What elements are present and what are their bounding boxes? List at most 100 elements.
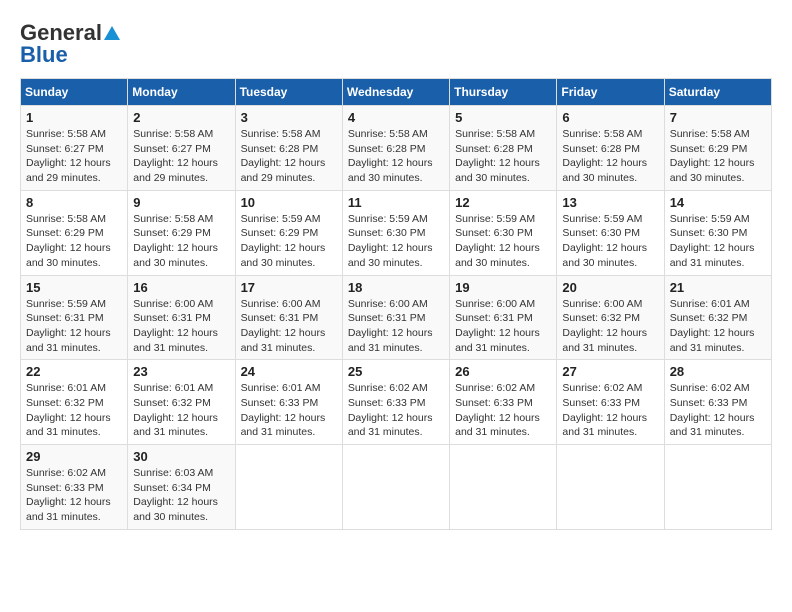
day-info: Sunrise: 5:58 AMSunset: 6:27 PMDaylight:… xyxy=(26,128,111,184)
table-row: 23 Sunrise: 6:01 AMSunset: 6:32 PMDaylig… xyxy=(128,360,235,445)
table-row: 11 Sunrise: 5:59 AMSunset: 6:30 PMDaylig… xyxy=(342,190,449,275)
day-info: Sunrise: 5:58 AMSunset: 6:29 PMDaylight:… xyxy=(133,213,218,269)
table-row: 22 Sunrise: 6:01 AMSunset: 6:32 PMDaylig… xyxy=(21,360,128,445)
table-row: 27 Sunrise: 6:02 AMSunset: 6:33 PMDaylig… xyxy=(557,360,664,445)
day-info: Sunrise: 5:59 AMSunset: 6:30 PMDaylight:… xyxy=(562,213,647,269)
table-row: 26 Sunrise: 6:02 AMSunset: 6:33 PMDaylig… xyxy=(450,360,557,445)
day-number: 5 xyxy=(455,110,551,125)
day-number: 21 xyxy=(670,280,766,295)
col-tuesday: Tuesday xyxy=(235,79,342,106)
day-info: Sunrise: 6:02 AMSunset: 6:33 PMDaylight:… xyxy=(670,382,755,438)
day-info: Sunrise: 6:02 AMSunset: 6:33 PMDaylight:… xyxy=(455,382,540,438)
day-info: Sunrise: 6:01 AMSunset: 6:32 PMDaylight:… xyxy=(26,382,111,438)
day-number: 11 xyxy=(348,195,444,210)
table-row: 4 Sunrise: 5:58 AMSunset: 6:28 PMDayligh… xyxy=(342,106,449,191)
calendar-row: 22 Sunrise: 6:01 AMSunset: 6:32 PMDaylig… xyxy=(21,360,772,445)
day-number: 27 xyxy=(562,364,658,379)
day-info: Sunrise: 5:58 AMSunset: 6:29 PMDaylight:… xyxy=(670,128,755,184)
table-row: 21 Sunrise: 6:01 AMSunset: 6:32 PMDaylig… xyxy=(664,275,771,360)
day-info: Sunrise: 6:00 AMSunset: 6:31 PMDaylight:… xyxy=(455,298,540,354)
page-header: General Blue xyxy=(20,20,772,68)
day-number: 1 xyxy=(26,110,122,125)
day-info: Sunrise: 5:58 AMSunset: 6:28 PMDaylight:… xyxy=(241,128,326,184)
table-row: 29 Sunrise: 6:02 AMSunset: 6:33 PMDaylig… xyxy=(21,445,128,530)
day-number: 15 xyxy=(26,280,122,295)
day-number: 20 xyxy=(562,280,658,295)
table-row: 30 Sunrise: 6:03 AMSunset: 6:34 PMDaylig… xyxy=(128,445,235,530)
table-row xyxy=(664,445,771,530)
table-row: 2 Sunrise: 5:58 AMSunset: 6:27 PMDayligh… xyxy=(128,106,235,191)
table-row: 3 Sunrise: 5:58 AMSunset: 6:28 PMDayligh… xyxy=(235,106,342,191)
col-monday: Monday xyxy=(128,79,235,106)
calendar-row: 29 Sunrise: 6:02 AMSunset: 6:33 PMDaylig… xyxy=(21,445,772,530)
table-row xyxy=(342,445,449,530)
header-row: Sunday Monday Tuesday Wednesday Thursday… xyxy=(21,79,772,106)
day-info: Sunrise: 6:01 AMSunset: 6:32 PMDaylight:… xyxy=(670,298,755,354)
col-saturday: Saturday xyxy=(664,79,771,106)
day-number: 26 xyxy=(455,364,551,379)
table-row: 12 Sunrise: 5:59 AMSunset: 6:30 PMDaylig… xyxy=(450,190,557,275)
table-row: 24 Sunrise: 6:01 AMSunset: 6:33 PMDaylig… xyxy=(235,360,342,445)
table-row: 17 Sunrise: 6:00 AMSunset: 6:31 PMDaylig… xyxy=(235,275,342,360)
day-info: Sunrise: 5:59 AMSunset: 6:29 PMDaylight:… xyxy=(241,213,326,269)
table-row xyxy=(235,445,342,530)
day-number: 3 xyxy=(241,110,337,125)
col-wednesday: Wednesday xyxy=(342,79,449,106)
day-info: Sunrise: 6:01 AMSunset: 6:33 PMDaylight:… xyxy=(241,382,326,438)
day-number: 10 xyxy=(241,195,337,210)
day-info: Sunrise: 6:02 AMSunset: 6:33 PMDaylight:… xyxy=(348,382,433,438)
day-info: Sunrise: 6:00 AMSunset: 6:31 PMDaylight:… xyxy=(133,298,218,354)
day-number: 16 xyxy=(133,280,229,295)
day-info: Sunrise: 5:59 AMSunset: 6:30 PMDaylight:… xyxy=(670,213,755,269)
day-number: 4 xyxy=(348,110,444,125)
day-info: Sunrise: 6:02 AMSunset: 6:33 PMDaylight:… xyxy=(562,382,647,438)
day-number: 25 xyxy=(348,364,444,379)
table-row: 20 Sunrise: 6:00 AMSunset: 6:32 PMDaylig… xyxy=(557,275,664,360)
day-info: Sunrise: 6:00 AMSunset: 6:31 PMDaylight:… xyxy=(241,298,326,354)
day-number: 22 xyxy=(26,364,122,379)
table-row: 15 Sunrise: 5:59 AMSunset: 6:31 PMDaylig… xyxy=(21,275,128,360)
day-info: Sunrise: 5:58 AMSunset: 6:28 PMDaylight:… xyxy=(562,128,647,184)
day-number: 19 xyxy=(455,280,551,295)
table-row: 1 Sunrise: 5:58 AMSunset: 6:27 PMDayligh… xyxy=(21,106,128,191)
day-info: Sunrise: 5:58 AMSunset: 6:28 PMDaylight:… xyxy=(348,128,433,184)
table-row: 6 Sunrise: 5:58 AMSunset: 6:28 PMDayligh… xyxy=(557,106,664,191)
table-row: 9 Sunrise: 5:58 AMSunset: 6:29 PMDayligh… xyxy=(128,190,235,275)
day-info: Sunrise: 6:00 AMSunset: 6:32 PMDaylight:… xyxy=(562,298,647,354)
table-row: 5 Sunrise: 5:58 AMSunset: 6:28 PMDayligh… xyxy=(450,106,557,191)
table-row xyxy=(450,445,557,530)
day-number: 14 xyxy=(670,195,766,210)
col-sunday: Sunday xyxy=(21,79,128,106)
day-number: 13 xyxy=(562,195,658,210)
day-number: 9 xyxy=(133,195,229,210)
day-info: Sunrise: 5:58 AMSunset: 6:29 PMDaylight:… xyxy=(26,213,111,269)
logo-triangle-icon xyxy=(104,26,120,40)
table-row: 8 Sunrise: 5:58 AMSunset: 6:29 PMDayligh… xyxy=(21,190,128,275)
day-info: Sunrise: 5:58 AMSunset: 6:27 PMDaylight:… xyxy=(133,128,218,184)
day-number: 24 xyxy=(241,364,337,379)
logo: General Blue xyxy=(20,20,120,68)
calendar-row: 15 Sunrise: 5:59 AMSunset: 6:31 PMDaylig… xyxy=(21,275,772,360)
table-row: 28 Sunrise: 6:02 AMSunset: 6:33 PMDaylig… xyxy=(664,360,771,445)
day-number: 8 xyxy=(26,195,122,210)
day-number: 30 xyxy=(133,449,229,464)
table-row: 25 Sunrise: 6:02 AMSunset: 6:33 PMDaylig… xyxy=(342,360,449,445)
day-info: Sunrise: 5:59 AMSunset: 6:30 PMDaylight:… xyxy=(348,213,433,269)
calendar-row: 1 Sunrise: 5:58 AMSunset: 6:27 PMDayligh… xyxy=(21,106,772,191)
day-number: 28 xyxy=(670,364,766,379)
day-number: 23 xyxy=(133,364,229,379)
table-row: 14 Sunrise: 5:59 AMSunset: 6:30 PMDaylig… xyxy=(664,190,771,275)
day-number: 18 xyxy=(348,280,444,295)
day-info: Sunrise: 6:00 AMSunset: 6:31 PMDaylight:… xyxy=(348,298,433,354)
day-info: Sunrise: 6:03 AMSunset: 6:34 PMDaylight:… xyxy=(133,467,218,523)
day-number: 7 xyxy=(670,110,766,125)
day-info: Sunrise: 5:59 AMSunset: 6:31 PMDaylight:… xyxy=(26,298,111,354)
day-info: Sunrise: 5:58 AMSunset: 6:28 PMDaylight:… xyxy=(455,128,540,184)
table-row: 18 Sunrise: 6:00 AMSunset: 6:31 PMDaylig… xyxy=(342,275,449,360)
table-row: 7 Sunrise: 5:58 AMSunset: 6:29 PMDayligh… xyxy=(664,106,771,191)
day-number: 29 xyxy=(26,449,122,464)
day-number: 17 xyxy=(241,280,337,295)
table-row: 13 Sunrise: 5:59 AMSunset: 6:30 PMDaylig… xyxy=(557,190,664,275)
day-number: 12 xyxy=(455,195,551,210)
table-row: 19 Sunrise: 6:00 AMSunset: 6:31 PMDaylig… xyxy=(450,275,557,360)
